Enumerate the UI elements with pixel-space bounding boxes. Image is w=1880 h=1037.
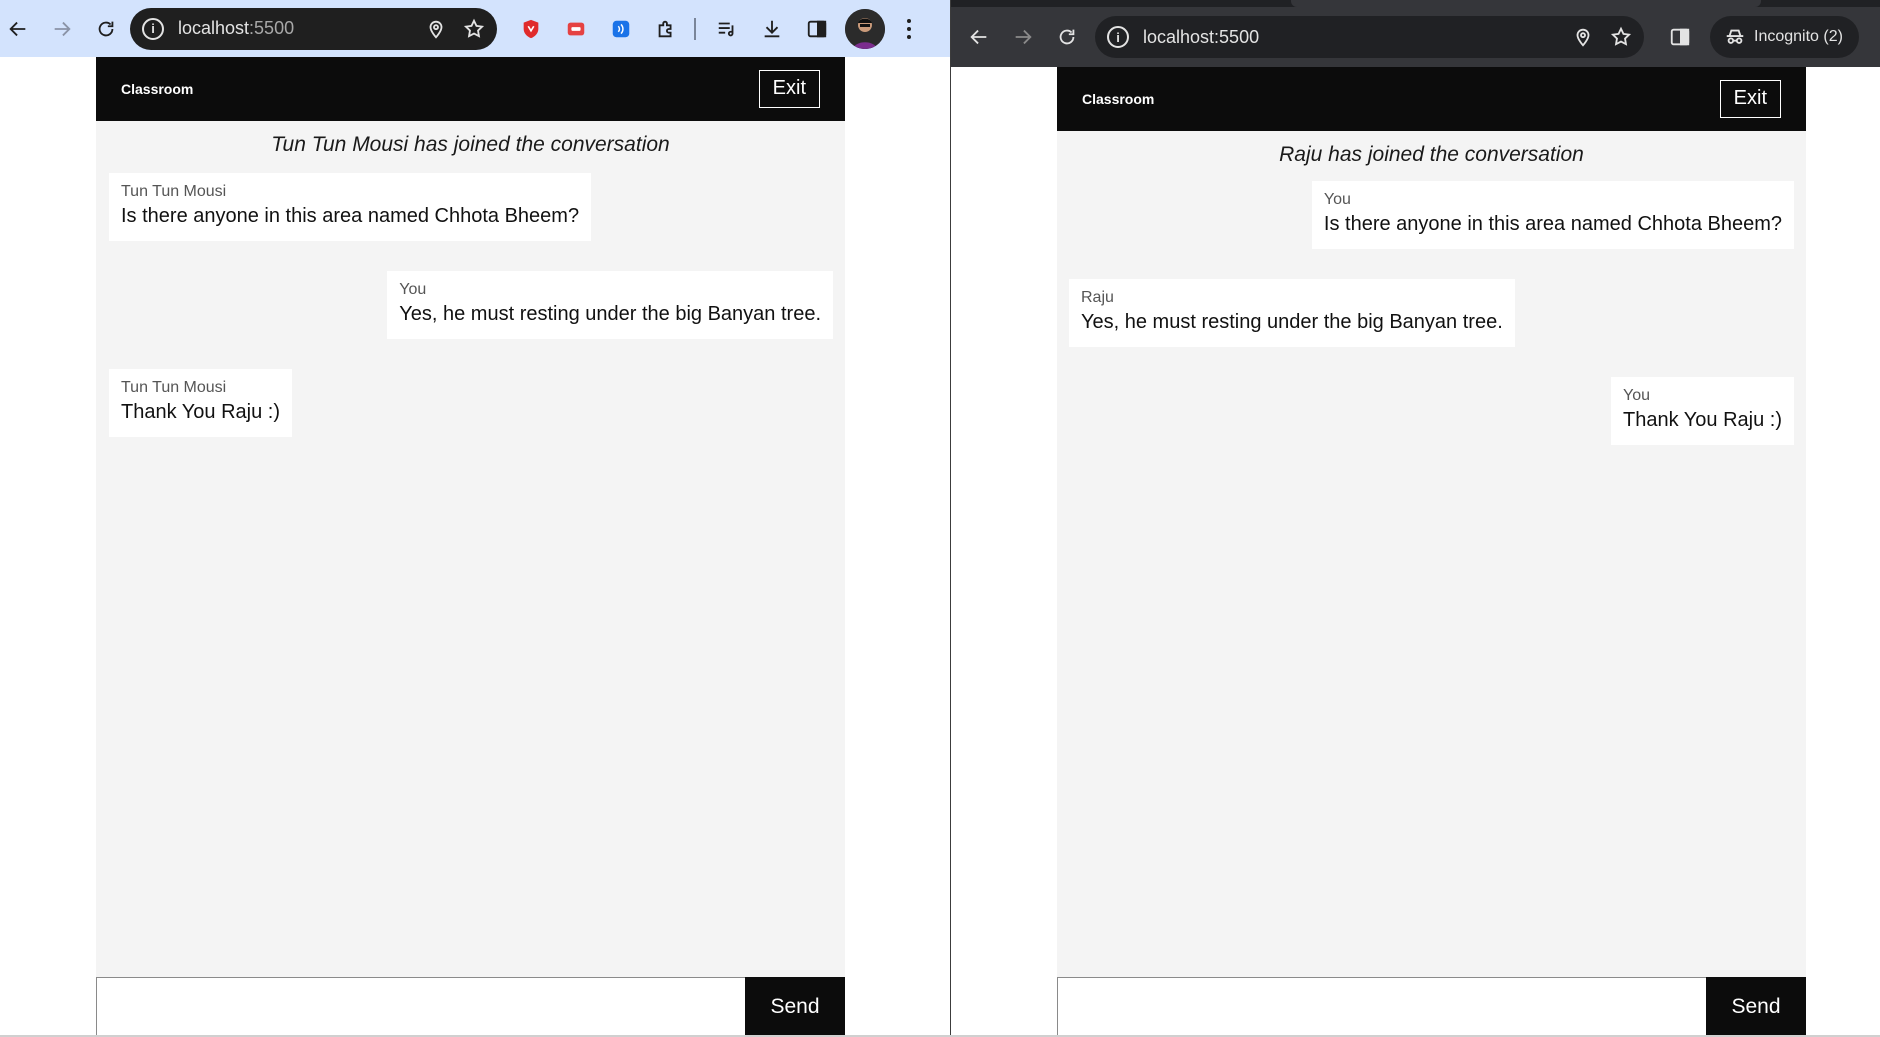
message-text: Thank You Raju :) (1623, 409, 1782, 431)
message-input[interactable] (1057, 977, 1706, 1037)
address-bar[interactable]: i localhost:5500 (1095, 16, 1644, 58)
message-text: Is there anyone in this area named Chhot… (1323, 213, 1782, 235)
send-button[interactable]: Send (745, 977, 845, 1037)
join-notice: Tun Tun Mousi has joined the conversatio… (271, 133, 670, 156)
bookmark-star-icon[interactable] (461, 16, 487, 42)
message-bubble: Raju Yes, he must resting under the big … (1069, 279, 1515, 347)
toolbar-separator (694, 17, 696, 40)
site-info-icon[interactable]: i (142, 17, 164, 40)
profile-avatar[interactable] (845, 8, 885, 49)
incognito-label: Incognito (2) (1754, 28, 1843, 45)
message-sender: You (399, 281, 427, 298)
app-title: Classroom (1082, 91, 1155, 107)
message-text: Yes, he must resting under the big Banya… (399, 303, 821, 325)
browser-window-left: i localhost:5500 Classroom Exit Tun Tun … (0, 0, 950, 1037)
app-title: Classroom (121, 81, 194, 97)
chat-app: Classroom Exit Raju has joined the conve… (1057, 67, 1806, 1037)
tab-strip (951, 0, 1880, 7)
side-panel-icon[interactable] (1666, 23, 1694, 51)
back-icon[interactable] (961, 19, 997, 55)
download-icon[interactable] (758, 15, 786, 43)
chat-app: Classroom Exit Tun Tun Mousi has joined … (96, 57, 845, 1037)
brave-shield-extension-icon[interactable] (517, 15, 545, 43)
app-header: Classroom Exit (96, 57, 845, 121)
browser-toolbar: i localhost:5500 (0, 0, 950, 57)
exit-button[interactable]: Exit (1719, 80, 1781, 118)
reload-icon[interactable] (1049, 19, 1085, 55)
bookmark-star-icon[interactable] (1608, 24, 1634, 50)
incognito-icon (1726, 29, 1744, 44)
message-text: Is there anyone in this area named Chhot… (121, 205, 580, 227)
audio-extension-icon[interactable] (607, 15, 635, 43)
back-icon[interactable] (0, 11, 36, 47)
browser-window-right: i localhost:5500 Incognito (2) Classroom… (951, 0, 1880, 1037)
message-sender: You (1323, 191, 1351, 208)
message-bubble: Tun Tun Mousi Thank You Raju :) (109, 369, 292, 437)
message-sender: You (1623, 387, 1650, 404)
side-panel-icon[interactable] (803, 15, 831, 43)
message-sender: Tun Tun Mousi (121, 183, 227, 200)
send-button[interactable]: Send (1706, 977, 1806, 1037)
message-text: Yes, he must resting under the big Banya… (1081, 311, 1503, 333)
message-sender: Tun Tun Mousi (121, 379, 227, 396)
forward-icon[interactable] (1005, 19, 1041, 55)
browser-toolbar: i localhost:5500 Incognito (2) (951, 7, 1880, 67)
site-info-icon[interactable]: i (1107, 26, 1129, 48)
location-icon[interactable] (423, 16, 449, 42)
address-bar[interactable]: i localhost:5500 (130, 7, 497, 50)
message-composer: Send (1057, 977, 1806, 1037)
message-composer: Send (96, 977, 845, 1037)
media-queue-icon[interactable] (713, 15, 741, 43)
message-bubble: You Thank You Raju :) (1611, 377, 1794, 445)
url-text: localhost:5500 (178, 18, 295, 38)
record-extension-icon[interactable] (562, 15, 590, 43)
incognito-indicator[interactable]: Incognito (2) (1710, 16, 1859, 58)
message-bubble: You Is there anyone in this area named C… (1311, 181, 1794, 249)
url-text: localhost:5500 (1143, 26, 1260, 47)
message-input[interactable] (96, 977, 745, 1037)
location-icon[interactable] (1570, 24, 1596, 50)
message-sender: Raju (1081, 289, 1114, 306)
message-text: Thank You Raju :) (121, 401, 280, 423)
exit-button[interactable]: Exit (758, 70, 820, 108)
browser-menu-icon[interactable] (897, 14, 921, 44)
message-bubble: You Yes, he must resting under the big B… (387, 271, 833, 339)
extensions-puzzle-icon[interactable] (652, 15, 680, 43)
app-header: Classroom Exit (1057, 67, 1806, 131)
reload-icon[interactable] (88, 11, 124, 47)
join-notice: Raju has joined the conversation (1279, 143, 1584, 166)
forward-icon[interactable] (44, 11, 80, 47)
message-bubble: Tun Tun Mousi Is there anyone in this ar… (109, 173, 592, 241)
active-tab[interactable] (1291, 0, 1761, 7)
